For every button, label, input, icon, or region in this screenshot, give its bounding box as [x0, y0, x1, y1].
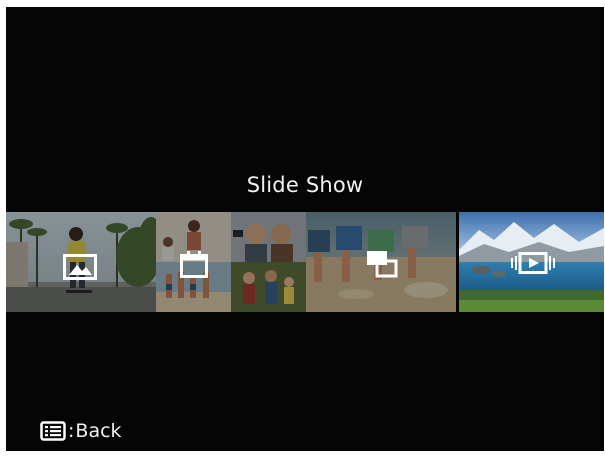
- page-title: Slide Show: [246, 173, 364, 197]
- multi-photo-icon: [367, 251, 398, 278]
- slideshow-option-by-date[interactable]: [156, 212, 231, 312]
- calendar-icon: [180, 251, 208, 278]
- back-label: Back: [75, 420, 122, 442]
- slideshow-screen: Slide Show: Back: [6, 7, 604, 451]
- back-hint: : Back: [40, 417, 122, 445]
- slideshow-option-movie[interactable]: [459, 212, 604, 312]
- back-separator: :: [68, 420, 75, 442]
- slideshow-mode-strip: [6, 212, 604, 312]
- slideshow-option-selfie[interactable]: [231, 212, 306, 312]
- single-photo-icon: [63, 254, 97, 280]
- menu-list-icon: [40, 421, 66, 441]
- movie-playback-icon: [511, 252, 555, 274]
- slideshow-option-single[interactable]: [6, 212, 156, 312]
- slideshow-option-multi[interactable]: [306, 212, 456, 312]
